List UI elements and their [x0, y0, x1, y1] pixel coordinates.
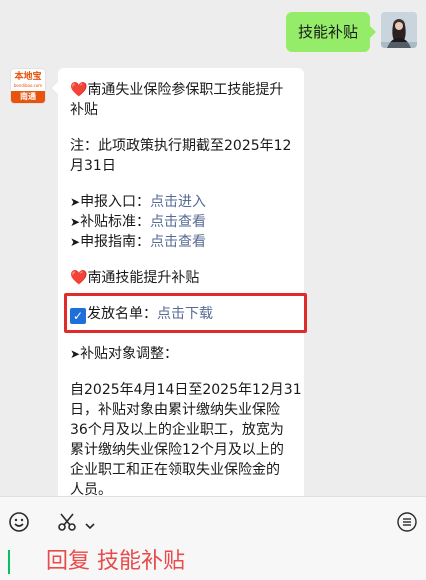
- adjust-title: 补贴对象调整：: [80, 346, 179, 362]
- user-avatar[interactable]: [381, 12, 417, 48]
- heart-icon: ❤️: [70, 82, 88, 98]
- arrow-icon: ➤: [70, 235, 81, 249]
- brand-city: 南通: [11, 91, 45, 103]
- list-item: ➤申报指南：点击查看: [70, 232, 206, 252]
- card-title-line: ❤️南通失业保险参保职工技能提升: [70, 80, 283, 100]
- item-label: 申报入口：: [80, 194, 151, 210]
- arrow-icon: ➤: [70, 347, 81, 361]
- subsidy-standard-link[interactable]: 点击查看: [150, 214, 206, 230]
- paragraph-line: 累计缴纳失业保险12个月及以上的: [70, 442, 284, 458]
- paragraph-line: 企业职工和正在领取失业保险金的: [70, 462, 280, 478]
- apply-entry-link[interactable]: 点击进入: [150, 194, 206, 210]
- highlight-annotation-box: [64, 293, 307, 333]
- scissors-icon[interactable]: [56, 511, 78, 539]
- arrow-icon: ➤: [70, 215, 81, 229]
- text-caret: [8, 550, 10, 574]
- message-input[interactable]: 回复 技能补贴: [0, 548, 426, 580]
- item-label: 补贴标准：: [80, 214, 151, 230]
- notice-line-cont: 月31日: [70, 158, 116, 174]
- heart-icon: ❤️: [70, 270, 88, 286]
- paragraph-line: 36个月及以上的企业职工，放宽为: [70, 422, 284, 438]
- paragraph-line: 人员。: [70, 482, 112, 496]
- list-item: ➤申报入口：点击进入: [70, 192, 206, 212]
- reply-hint-text: 回复 技能补贴: [46, 549, 185, 574]
- chevron-down-icon[interactable]: [84, 515, 96, 537]
- paragraph-line: 自2025年4月14日至2025年12月31: [70, 382, 302, 398]
- outgoing-message-bubble[interactable]: 技能补贴: [286, 12, 376, 52]
- card-title-cont: 补贴: [70, 102, 98, 118]
- item-label: 申报指南：: [80, 234, 151, 250]
- chat-area: 技能补贴 本地宝 bendibao.com 南通 ❤️南通失业保险参保职工技能提…: [0, 0, 426, 496]
- brand-domain: bendibao.com: [13, 83, 43, 88]
- incoming-message-card: ❤️南通失业保险参保职工技能提升 补贴 注：此项政策执行期截至2025年12 月…: [52, 68, 304, 496]
- input-toolbar: [0, 496, 426, 548]
- brand-name: 本地宝: [14, 72, 42, 82]
- paragraph-line: 日，补贴对象由累计缴纳失业保险: [70, 402, 280, 418]
- list-item: ➤补贴标准：点击查看: [70, 212, 206, 232]
- notice-line: 注：此项政策执行期截至2025年12: [70, 138, 292, 154]
- brand-avatar[interactable]: 本地宝 bendibao.com 南通: [10, 68, 46, 104]
- emoji-icon[interactable]: [8, 511, 30, 539]
- apply-guide-link[interactable]: 点击查看: [150, 234, 206, 250]
- arrow-icon: ➤: [70, 195, 81, 209]
- adjust-title-line: ➤补贴对象调整：: [70, 344, 178, 364]
- keyboard-icon[interactable]: [396, 511, 418, 539]
- section-title: 南通技能提升补贴: [87, 270, 200, 286]
- section-title-line: ❤️南通技能提升补贴: [70, 268, 199, 288]
- card-title: 南通失业保险参保职工技能提升: [87, 82, 284, 98]
